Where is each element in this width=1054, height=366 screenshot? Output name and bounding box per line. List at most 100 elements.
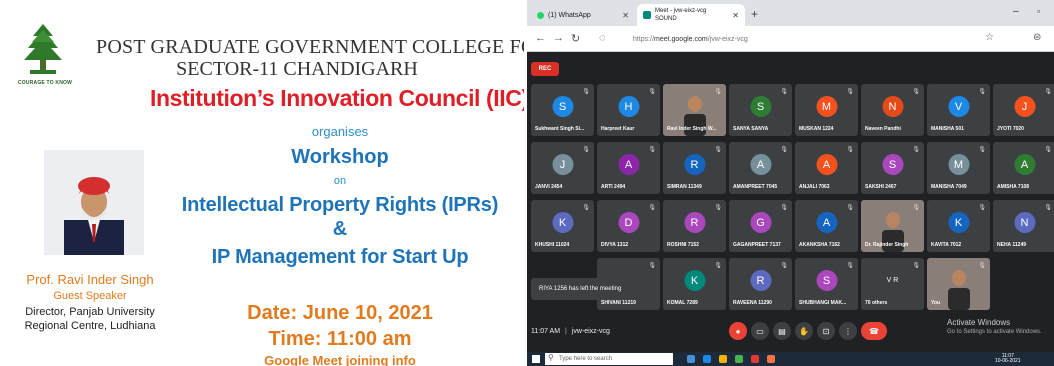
store-icon[interactable] [735, 355, 743, 363]
mic-muted-icon: 🎙 [912, 147, 920, 153]
task-view-icon[interactable] [687, 355, 695, 363]
participant-avatar: S [552, 96, 573, 117]
chrome-icon[interactable] [751, 355, 759, 363]
participant-tile[interactable]: S 🎙 SAKSHI 2467 [861, 142, 924, 194]
participant-avatar: S [882, 154, 903, 175]
mic-muted-icon: 🎙 [846, 89, 854, 95]
participant-tile[interactable]: A 🎙 AKANKSHA 7162 [795, 200, 858, 252]
windows-taskbar: ⚲ Type here to search 11:07 10-06-2021 [527, 352, 1054, 366]
participant-avatar: N [882, 96, 903, 117]
participant-tile[interactable]: M 🎙 MUSKAN 1224 [795, 84, 858, 136]
tab-whatsapp[interactable]: (1) WhatsApp ✕ [531, 4, 635, 26]
participant-name: ARTI 2494 [601, 184, 626, 190]
meeting-code: jvw-eixz-vcg [571, 328, 610, 335]
participant-tile[interactable]: S 🎙 SHUBHANGI MAK... [795, 258, 858, 310]
firefox-icon[interactable] [767, 355, 775, 363]
participant-tile[interactable]: R 🎙 ROSHNI 7152 [663, 200, 726, 252]
tab-label: Meet - jvw-eixz-vcg [655, 8, 707, 14]
edge-icon[interactable] [703, 355, 711, 363]
participant-name: ANJALI 7063 [799, 184, 830, 190]
minimize-button[interactable]: – [1013, 6, 1019, 17]
participant-name: Dr. Rajinder Singh [865, 242, 909, 248]
file-explorer-icon[interactable] [719, 355, 727, 363]
system-clock[interactable]: 11:07 10-06-2021 [995, 354, 1021, 364]
participant-name: DIVYA 1312 [601, 242, 629, 248]
participant-tile[interactable]: S 🎙 Sukhwant Singh Si... [531, 84, 594, 136]
mic-muted-icon: 🎙 [780, 147, 788, 153]
participant-tile[interactable]: A 🎙 ARTI 2494 [597, 142, 660, 194]
camera-button[interactable]: ▭ [751, 322, 769, 340]
participant-tile[interactable]: A 🎙 AMISHA 7108 [993, 142, 1054, 194]
more-options-button[interactable]: ⋮ [839, 322, 857, 340]
participant-tile[interactable]: J 🎙 JANVI 2454 [531, 142, 594, 194]
participant-tile[interactable]: 🎙 You [927, 258, 990, 310]
mic-muted-icon: 🎙 [846, 147, 854, 153]
mic-muted-icon: 🎙 [780, 263, 788, 269]
windows-start-icon[interactable] [532, 355, 540, 363]
back-button[interactable]: ← [535, 32, 546, 44]
close-icon[interactable]: ✕ [622, 11, 629, 20]
meet-stage: REC S 🎙 Sukhwant Singh Si... H 🎙 Harpreet Kau… [527, 52, 1054, 352]
participant-tile[interactable]: V R 🎙 70 others [861, 258, 924, 310]
participant-tile[interactable]: A 🎙 ANJALI 7063 [795, 142, 858, 194]
participant-avatar: G [750, 212, 771, 233]
taskbar-search-input[interactable]: ⚲ Type here to search [545, 353, 673, 365]
maximize-button[interactable]: ▫ [1037, 6, 1040, 16]
participant-tile[interactable]: K 🎙 KOMAL 7289 [663, 258, 726, 310]
participant-tile[interactable]: N 🎙 Naveen Pandhi [861, 84, 924, 136]
meeting-toast: RIYA 1256 has left the meeting [531, 278, 653, 300]
mic-muted-icon: 🎙 [846, 263, 854, 269]
participant-tile[interactable]: R 🎙 SIMRAN 11349 [663, 142, 726, 194]
participant-avatar: J [1014, 96, 1035, 117]
participant-avatar: A [750, 154, 771, 175]
participant-tile[interactable]: G 🎙 GAGANPREET 7137 [729, 200, 792, 252]
speaker-role: Guest Speaker [53, 290, 127, 302]
search-placeholder: Type here to search [559, 356, 613, 362]
participant-tile[interactable]: H 🎙 Harpreet Kaur [597, 84, 660, 136]
speaker-photo [44, 150, 144, 255]
participant-avatar: R [684, 212, 705, 233]
url-field[interactable]: https://meet.google.com/jvw-eixz-vcg [627, 30, 987, 48]
participant-tile[interactable]: 🎙 Ravi Inder Singh W... [663, 84, 726, 136]
participant-tile[interactable]: M 🎙 MANISHA 7049 [927, 142, 990, 194]
participant-tile[interactable]: V 🎙 MANISHA 501 [927, 84, 990, 136]
participant-avatar: K [948, 212, 969, 233]
participant-tile[interactable]: S 🎙 SANYA SANYA [729, 84, 792, 136]
participant-tile[interactable]: A 🎙 AMANPREET 7045 [729, 142, 792, 194]
mic-muted-icon: 🎙 [912, 263, 920, 269]
new-tab-button[interactable]: + [751, 7, 758, 21]
bookmark-star-icon[interactable]: ☆ [985, 32, 994, 43]
participant-tile[interactable]: K 🎙 KAVITA 7012 [927, 200, 990, 252]
close-icon[interactable]: ✕ [732, 11, 739, 20]
leave-call-button[interactable]: ☎ [861, 322, 887, 340]
participant-name: You [931, 300, 941, 306]
clock-date: 10-06-2021 [995, 358, 1021, 364]
participant-name: MANISHA 501 [931, 126, 964, 132]
raise-hand-button[interactable]: ✋ [795, 322, 813, 340]
present-button[interactable]: ⊡ [817, 322, 835, 340]
participant-tile[interactable]: K 🎙 KHUSHI 11024 [531, 200, 594, 252]
organises-label: organises [311, 124, 369, 139]
participant-tile[interactable]: J 🎙 JYOTI 7020 [993, 84, 1054, 136]
participant-tile[interactable]: R 🎙 RAVEENA 11290 [729, 258, 792, 310]
participant-name: KOMAL 7289 [667, 300, 698, 306]
participant-tile[interactable]: 🎙 Dr. Rajinder Singh [861, 200, 924, 252]
mic-muted-icon: 🎙 [978, 263, 986, 269]
captions-button[interactable]: ▤ [773, 322, 791, 340]
url-path: /jvw-eixz-vcg [707, 35, 748, 43]
reload-button[interactable]: ↻ [571, 32, 580, 45]
on-label: on [333, 175, 347, 187]
tab-meet[interactable]: Meet - jvw-eixz-vcg SOUND ✕ [637, 4, 745, 26]
participant-tile[interactable]: N 🎙 NEHA 11249 [993, 200, 1054, 252]
tab-bar: (1) WhatsApp ✕ Meet - jvw-eixz-vcg SOUND… [527, 0, 1054, 26]
participant-name: SHUBHANGI MAK... [799, 300, 847, 306]
participant-name: MANISHA 7049 [931, 184, 967, 190]
speaker-name: Prof. Ravi Inder Singh [26, 272, 154, 287]
mic-muted-icon: 🎙 [648, 89, 656, 95]
meeting-time: 11:07 AM [531, 328, 561, 335]
forward-button[interactable]: → [553, 32, 564, 44]
extensions-icon[interactable]: ⊜ [1033, 32, 1041, 43]
participant-tile[interactable]: D 🎙 DIVYA 1312 [597, 200, 660, 252]
mic-off-button[interactable]: ● [729, 322, 747, 340]
mic-muted-icon: 🎙 [1044, 89, 1052, 95]
